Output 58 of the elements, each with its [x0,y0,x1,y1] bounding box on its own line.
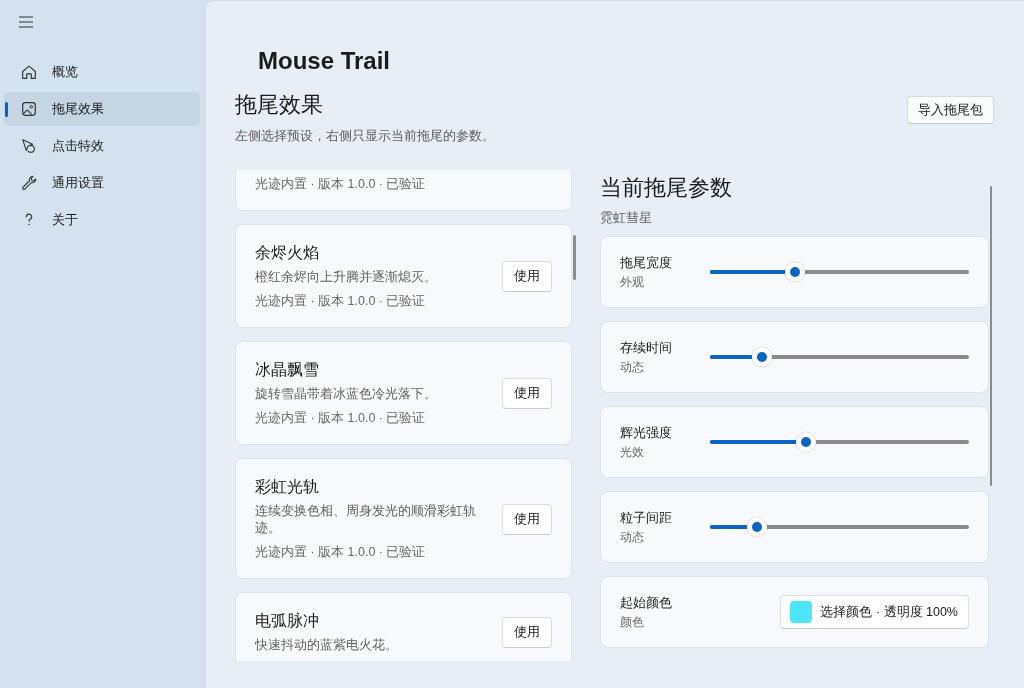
page-heading: 拖尾效果 [235,91,324,119]
preset-meta: 光迹内置 · 版本 1.0.0 · 已验证 [255,176,427,193]
use-button[interactable]: 使用 [502,617,552,648]
preset-description: 连续变换色相、周身发光的顺滑彩虹轨迹。 [255,503,477,537]
image-icon [20,100,38,118]
color-picker-button[interactable]: 选择颜色 · 透明度 100% [780,595,969,629]
home-icon [20,63,38,81]
use-button[interactable]: 使用 [502,503,552,535]
import-button[interactable]: 导入拖尾包 [907,96,994,124]
use-button[interactable]: 使用 [502,378,552,409]
app-title: Mouse Trail [258,47,392,75]
scrollbar[interactable] [573,235,576,280]
slider-thumb[interactable] [751,347,772,367]
parameter-category: 颜色 [620,613,645,631]
preset-card[interactable]: 光迹内置 · 版本 1.0.0 · 已验证 [235,170,572,211]
section-heading: 当前拖尾参数 [600,174,733,202]
preset-description: 橙红余烬向上升腾并逐渐熄灭。 [255,269,438,286]
parameter-label: 存续时间 [620,338,673,357]
parameter-label: 粒子间距 [620,508,673,527]
use-button[interactable]: 使用 [502,261,552,292]
nav-item[interactable]: 概览 [4,55,200,89]
menu-icon[interactable] [17,13,35,31]
preset-name: 余烬火焰 [255,243,320,263]
nav-item[interactable]: 通用设置 [4,166,200,200]
slider[interactable] [710,432,969,452]
slider-thumb[interactable] [785,262,806,282]
slider[interactable] [710,347,969,367]
parameter-category: 外观 [620,273,645,291]
pointer-icon [20,137,38,155]
preset-card[interactable]: 电弧脉冲 快速抖动的蓝紫电火花。 使用 [235,592,572,661]
wrench-icon [20,174,38,192]
parameter-label: 拖尾宽度 [620,253,673,272]
preset-meta: 光迹内置 · 版本 1.0.0 · 已验证 [255,293,427,310]
preset-meta: 光迹内置 · 版本 1.0.0 · 已验证 [255,410,427,427]
nav-item[interactable]: 拖尾效果 [4,92,200,126]
preset-card[interactable]: 彩虹光轨 连续变换色相、周身发光的顺滑彩虹轨迹。 光迹内置 · 版本 1.0.0 · 已验证 使用 [235,458,572,579]
nav-item[interactable]: 点击特效 [4,129,200,163]
preset-card[interactable]: 余烬火焰 橙红余烬向上升腾并逐渐熄灭。 光迹内置 · 版本 1.0.0 · 已验证 使用 [235,224,572,328]
parameter-category: 光效 [620,443,645,461]
parameter-label: 起始颜色 [620,593,673,612]
slider[interactable] [710,517,969,537]
slider-thumb[interactable] [795,432,816,452]
parameter-label: 辉光强度 [620,423,673,442]
preset-meta: 光迹内置 · 版本 1.0.0 · 已验证 [255,544,427,561]
preset-card[interactable]: 冰晶飘雪 旋转雪晶带着冰蓝色冷光落下。 光迹内置 · 版本 1.0.0 · 已验证 使用 [235,341,572,445]
scrollbar[interactable] [990,186,992,486]
slider-thumb[interactable] [746,517,767,537]
parameter-category: 动态 [620,358,645,376]
page-description: 左侧选择预设，右侧只显示当前拖尾的参数。 [235,128,495,145]
preset-name: 彩虹光轨 [255,477,320,497]
slider[interactable] [710,262,969,282]
preset-name: 电弧脉冲 [255,611,320,631]
preset-description: 旋转雪晶带着冰蓝色冷光落下。 [255,386,438,403]
preset-description: 快速抖动的蓝紫电火花。 [255,637,399,654]
preset-title: 霓虹彗星 [600,210,653,227]
preset-name: 冰晶飘雪 [255,360,320,380]
parameter-category: 动态 [620,528,645,546]
nav-item[interactable]: 关于 [4,203,200,237]
